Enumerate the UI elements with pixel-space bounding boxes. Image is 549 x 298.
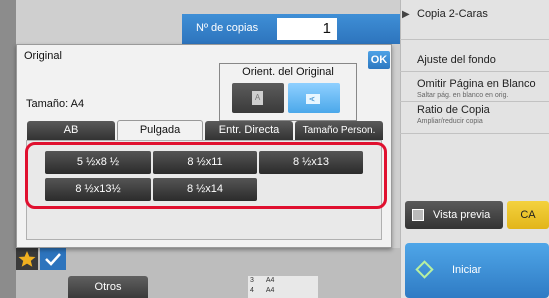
function-skip-blank-page[interactable]: Omitir Página en Blanco Saltar pág. en b… <box>400 72 549 102</box>
function-sublabel: Saltar pág. en blanco en orig. <box>417 92 509 99</box>
tab-pulgada[interactable]: Pulgada <box>117 120 203 141</box>
function-label: Ratio de Copia <box>417 104 490 116</box>
function-sublabel: Ampliar/reducir copia <box>417 118 483 125</box>
copies-label: Nº de copias <box>196 22 259 34</box>
copies-input[interactable]: 1 <box>277 18 337 40</box>
ok-button[interactable]: OK <box>368 51 390 69</box>
function-label: Ajuste del fondo <box>417 54 496 66</box>
favorites-star-icon[interactable] <box>16 248 38 270</box>
preview-icon <box>412 209 424 221</box>
function-copy-ratio[interactable]: Ratio de Copia Ampliar/reducir copia <box>400 102 549 134</box>
dialog-title: Original <box>24 50 62 62</box>
tab-ab[interactable]: AB <box>27 121 115 140</box>
function-background-adjust[interactable]: Ajuste del fondo <box>400 40 549 72</box>
tray-size: A4 <box>265 287 275 294</box>
highlight-frame <box>25 142 387 209</box>
clear-all-button[interactable]: CA <box>507 201 549 229</box>
function-label: Copia 2-Caras <box>417 8 488 20</box>
tray-number: 4 <box>250 287 254 294</box>
tray-size: A4 <box>265 277 275 284</box>
landscape-page-icon: A <box>306 94 320 104</box>
tab-custom-size[interactable]: Tamaño Person. <box>295 121 383 140</box>
tray-row: 4 A4 <box>250 287 274 294</box>
original-size-label: Tamaño: A4 <box>26 98 85 110</box>
portrait-page-icon: A <box>252 91 263 105</box>
tray-row: 3 A4 <box>250 277 274 284</box>
orientation-label: Orient. del Original <box>242 66 334 78</box>
function-label: Omitir Página en Blanco <box>417 78 536 90</box>
left-edge-panel <box>0 0 16 298</box>
paper-tray-thumbnail[interactable]: 3 A4 4 A4 <box>248 276 318 298</box>
tray-number: 3 <box>250 277 254 284</box>
function-duplex-copy[interactable]: Copia 2-Caras <box>400 0 549 40</box>
checkmark-icon[interactable] <box>40 248 66 270</box>
tab-direct-entry[interactable]: Entr. Directa <box>205 121 293 140</box>
others-button[interactable]: Otros <box>68 276 148 298</box>
